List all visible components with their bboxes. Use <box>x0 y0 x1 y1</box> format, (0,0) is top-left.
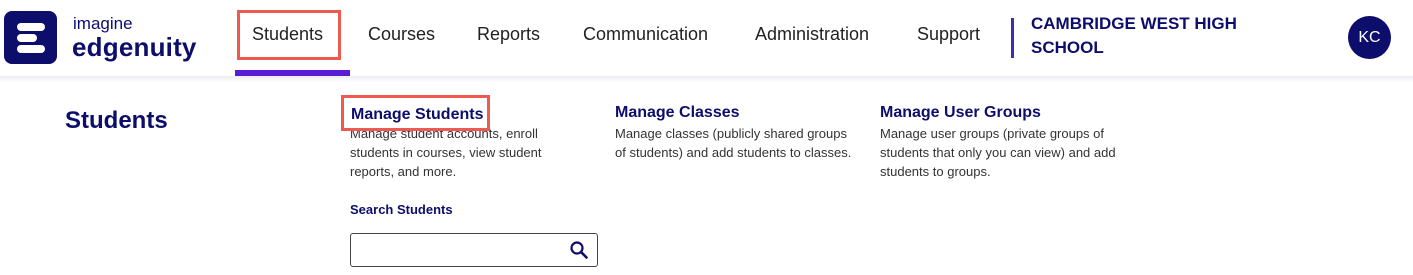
top-navigation-bar: imagine edgenuity Students Courses Repor… <box>0 0 1413 76</box>
search-icon[interactable] <box>569 240 589 260</box>
nav-item-support[interactable]: Support <box>917 24 980 45</box>
topbar-shadow <box>0 76 1413 82</box>
school-name[interactable]: CAMBRIDGE WEST HIGH SCHOOL <box>1031 12 1271 60</box>
search-students-box[interactable] <box>350 233 598 267</box>
imagine-edgenuity-logo-icon[interactable] <box>4 11 57 64</box>
manage-user-groups-link[interactable]: Manage User Groups <box>880 104 1041 122</box>
user-avatar[interactable]: KC <box>1348 16 1391 59</box>
nav-item-communication[interactable]: Communication <box>583 24 708 45</box>
search-students-input[interactable] <box>357 238 561 264</box>
brand-name-line1: imagine <box>73 14 133 33</box>
manage-classes-description: Manage classes (publicly shared groups o… <box>615 126 852 160</box>
manage-students-description: Manage student accounts, enroll students… <box>350 126 542 179</box>
brand-name-line2: edgenuity <box>72 32 197 62</box>
section-title: Students <box>65 107 168 134</box>
manage-students-highlight[interactable]: Manage Students <box>341 95 490 131</box>
nav-item-administration[interactable]: Administration <box>755 24 869 45</box>
nav-item-courses[interactable]: Courses <box>368 24 435 45</box>
nav-item-students[interactable]: Students <box>252 24 323 45</box>
nav-item-reports[interactable]: Reports <box>477 24 540 45</box>
menu-column-manage-user-groups: Manage User Groups Manage user groups (p… <box>880 104 1120 181</box>
manage-classes-link[interactable]: Manage Classes <box>615 104 740 122</box>
nav-divider <box>1011 18 1014 58</box>
search-students-label: Search Students <box>350 202 453 217</box>
menu-column-manage-classes: Manage Classes Manage classes (publicly … <box>615 104 855 162</box>
manage-user-groups-description: Manage user groups (private groups of st… <box>880 126 1116 179</box>
manage-students-label[interactable]: Manage Students <box>351 106 483 124</box>
